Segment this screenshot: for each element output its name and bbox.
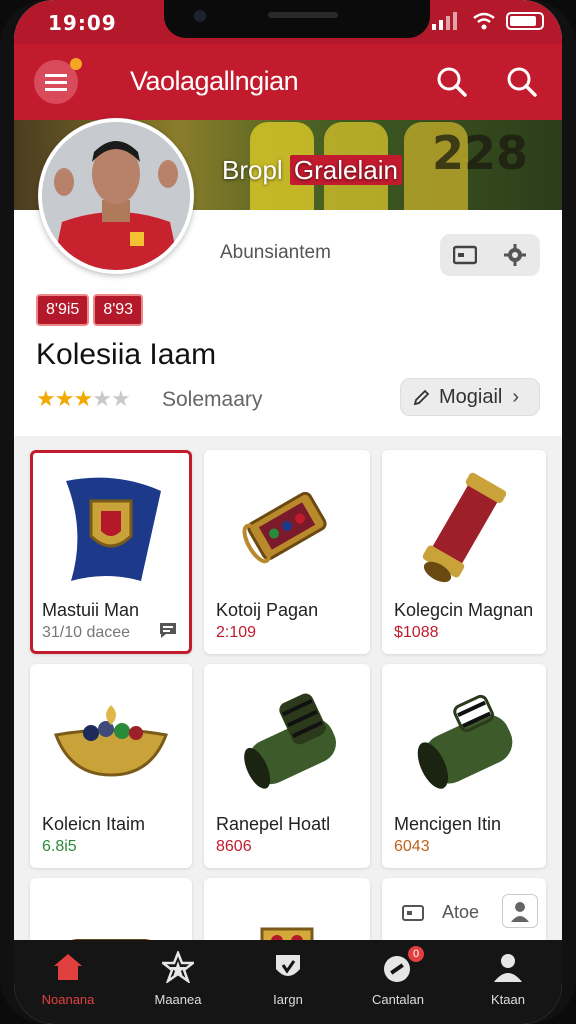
star-icon: ★	[54, 386, 75, 411]
emblem-cape-icon	[36, 454, 186, 598]
item-title: Atoe	[442, 902, 480, 922]
item-card[interactable]: Kolegcin Magnan $1088	[382, 450, 546, 654]
search-icon[interactable]	[434, 64, 470, 100]
item-title: Ranepel Hoatl	[216, 814, 331, 834]
badge-row: 8'9i5 8'93	[36, 294, 144, 326]
nav-item-home[interactable]: Noanana	[18, 948, 118, 1007]
item-card[interactable]: Kotoij Pagan 2:109	[204, 450, 370, 654]
card-view-button[interactable]	[440, 234, 490, 276]
card-icon	[402, 904, 424, 921]
item-price: $1088	[394, 624, 439, 641]
star-icon: ★	[36, 386, 56, 411]
badge: 8'93	[93, 294, 144, 326]
person-icon	[511, 902, 529, 922]
nav-item-star[interactable]: Maanea	[128, 948, 228, 1007]
bottom-nav: Noanana Maanea Iargn 0 Cantalan Ktaan	[14, 940, 562, 1024]
star-icon: ★	[110, 386, 131, 411]
player-photo	[42, 122, 190, 270]
boot-icon	[210, 668, 364, 812]
nav-item-shield[interactable]: Iargn	[238, 948, 338, 1007]
jersey-number: 228	[431, 126, 528, 180]
chat-icon[interactable]	[158, 620, 178, 645]
item-card[interactable]: Mencigen Itin 6043	[382, 664, 546, 868]
phone-frame: 19:09 Vaolagallngian 228 Bropl Gralelain…	[0, 0, 576, 1024]
star-icon: ★	[92, 386, 112, 411]
app-title: Vaolagallngian	[130, 66, 299, 96]
chat-icon	[348, 948, 448, 986]
camera-notch	[164, 0, 430, 38]
item-card[interactable]: Atoe	[382, 878, 546, 948]
chevron-right-icon: ›	[512, 385, 520, 408]
rating-stars: ★★★★★	[36, 386, 131, 412]
item-price: 2:109	[216, 624, 257, 641]
app-bar: Vaolagallngian	[14, 44, 562, 120]
profile-actions	[440, 234, 540, 276]
item-price: 8606	[216, 838, 252, 855]
profile-summary: Solemaary	[162, 388, 263, 411]
status-time: 19:09	[48, 11, 117, 35]
shield-icon	[238, 948, 338, 986]
ornate-device-icon	[210, 454, 364, 598]
item-card[interactable]: Mastuii Man 31/10 dacee	[30, 450, 192, 654]
item-title: Kotoij Pagan	[216, 600, 319, 620]
edit-button[interactable]: Mogiail ›	[400, 378, 540, 416]
home-icon	[18, 948, 118, 986]
nav-item-chat[interactable]: 0 Cantalan	[348, 946, 448, 1007]
badge: 8'9i5	[36, 294, 90, 326]
profile-name: Kolesiia Iaam	[36, 338, 217, 371]
battery-icon	[506, 12, 544, 30]
item-title: Koleicn Itaim	[42, 814, 146, 834]
nav-label: Ktaan	[491, 992, 525, 1007]
item-price: 6043	[394, 838, 430, 855]
status-bar: 19:09	[14, 0, 562, 44]
pencil-icon	[413, 389, 430, 406]
gear-icon	[504, 244, 526, 266]
screen: 19:09 Vaolagallngian 228 Bropl Gralelain…	[14, 0, 562, 1024]
signal-icon	[432, 12, 457, 30]
item-card[interactable]: Ranepel Hoatl 8606	[204, 664, 370, 868]
item-title: Kolegcin Magnan	[394, 600, 534, 620]
item-price: 6.8i5	[42, 838, 77, 855]
nav-label: Maanea	[154, 992, 202, 1007]
cannon-icon	[388, 668, 540, 812]
item-title: Mencigen Itin	[394, 814, 502, 834]
search-icon[interactable]	[504, 64, 540, 100]
hero-title: Bropl Gralelain	[222, 155, 402, 186]
edit-button-label: Mogiail	[439, 385, 503, 408]
profile-icon	[458, 948, 558, 986]
item-card[interactable]: Koleicn Itaim 6.8i5	[30, 664, 192, 868]
avatar[interactable]	[38, 118, 194, 274]
gem-bowl-icon	[36, 668, 186, 812]
hamburger-icon	[45, 74, 67, 91]
nav-item-profile[interactable]: Ktaan	[458, 948, 558, 1007]
settings-button[interactable]	[490, 234, 540, 276]
item-card[interactable]	[204, 878, 370, 976]
notification-dot	[70, 58, 82, 70]
item-price: 31/10 dacee	[42, 624, 131, 641]
nav-label: Noanana	[41, 992, 95, 1007]
nav-label: Iargn	[273, 992, 303, 1007]
notification-badge: 0	[408, 946, 424, 962]
nav-label: Cantalan	[371, 992, 425, 1007]
capsule-icon	[388, 454, 540, 598]
item-card[interactable]	[30, 878, 192, 989]
star-icon	[128, 948, 228, 986]
wifi-icon	[473, 12, 495, 30]
item-title: Mastuii Man	[42, 600, 140, 620]
card-icon	[453, 245, 477, 265]
star-icon: ★	[73, 386, 93, 411]
profile-subtitle: Abunsiantem	[220, 242, 331, 263]
profile-add-button[interactable]	[502, 894, 538, 928]
